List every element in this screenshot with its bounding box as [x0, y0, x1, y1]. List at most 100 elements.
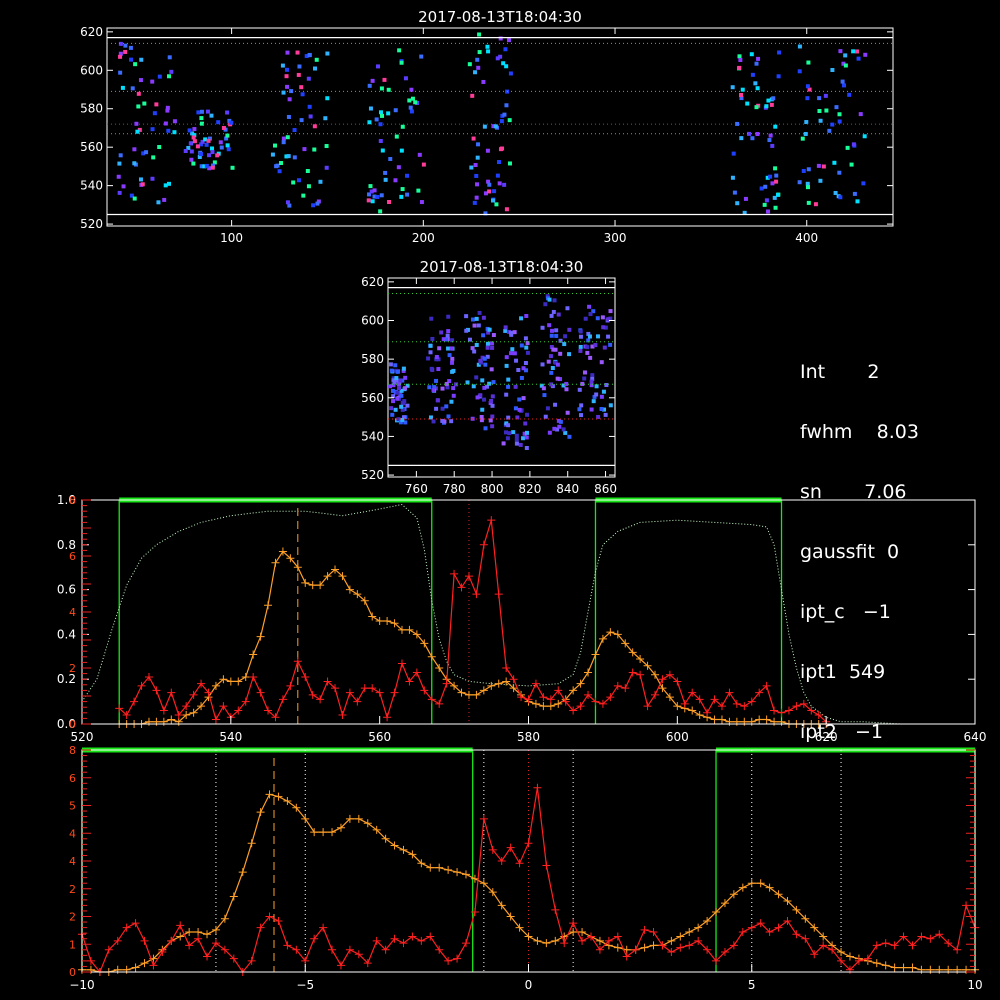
pixel-mark: [563, 430, 568, 435]
x-tick-label: 600: [666, 730, 689, 744]
data-point: [397, 659, 406, 668]
pixel-mark: [428, 343, 433, 348]
pixel-mark: [192, 127, 197, 132]
pixel-mark: [603, 412, 608, 417]
data-point: [328, 828, 337, 837]
info-ipt1: ipt1 549: [800, 661, 886, 683]
pixel-mark: [774, 173, 779, 178]
red-tick-label: 4: [69, 606, 76, 619]
data-point: [517, 693, 526, 702]
pixel-mark: [323, 116, 328, 121]
pixel-mark: [593, 343, 598, 348]
pixel-mark: [552, 426, 557, 431]
pixel-mark: [476, 323, 481, 328]
data-point: [444, 865, 453, 874]
pixel-mark: [379, 86, 384, 91]
x-tick-label: −5: [296, 978, 314, 992]
pixel-mark: [549, 313, 554, 318]
pixel-mark: [754, 61, 759, 66]
data-point: [613, 681, 622, 690]
data-point: [319, 828, 328, 837]
pixel-mark: [189, 157, 194, 162]
pixel-mark: [856, 56, 861, 61]
pixel-mark: [485, 345, 490, 350]
pixel-mark: [150, 176, 155, 181]
pixel-mark: [475, 182, 480, 187]
pixel-mark: [419, 200, 424, 205]
pixel-mark: [514, 358, 519, 363]
pixel-mark: [579, 413, 584, 418]
pixel-mark: [467, 62, 472, 67]
panel-title: 2017-08-13T18:04:30: [420, 258, 584, 276]
data-point: [756, 879, 765, 888]
pixel-mark: [594, 392, 599, 397]
pixel-mark: [482, 356, 487, 361]
x-tick-label: 200: [412, 231, 435, 245]
data-point: [628, 668, 637, 677]
pixel-mark: [805, 185, 810, 190]
y-tick-label: 620: [80, 25, 103, 39]
pixel-mark: [579, 403, 584, 408]
data-point: [591, 650, 600, 659]
pixel-mark: [440, 386, 445, 391]
red-tick-label: 6: [69, 772, 76, 785]
data-point: [86, 965, 95, 974]
pixel-mark: [824, 108, 829, 113]
data-point: [926, 965, 935, 974]
data-point: [578, 936, 587, 945]
data-point: [140, 936, 149, 945]
pixel-mark: [428, 350, 433, 355]
pixel-mark: [514, 441, 519, 446]
pixel-mark: [476, 65, 481, 70]
pixel-mark: [830, 122, 835, 127]
pixel-mark: [299, 85, 304, 90]
pixel-mark: [606, 334, 611, 339]
pixel-mark: [512, 351, 517, 356]
data-point: [732, 717, 741, 726]
pixel-mark: [403, 76, 408, 81]
pixel-mark: [383, 177, 388, 182]
pixel-mark: [525, 350, 530, 355]
pixel-mark: [446, 414, 451, 419]
data-point: [472, 690, 481, 699]
pixel-mark: [286, 114, 291, 119]
data-point: [390, 688, 399, 697]
pixel-mark: [548, 354, 553, 359]
pixel-mark: [543, 414, 548, 419]
pixel-mark: [398, 378, 403, 383]
pixel-mark: [813, 202, 818, 207]
pixel-mark: [284, 67, 289, 72]
data-point: [747, 879, 756, 888]
data-point: [457, 583, 466, 592]
data-point: [621, 684, 630, 693]
pixel-mark: [817, 108, 822, 113]
data-point: [613, 932, 622, 941]
x-tick-label: 400: [795, 231, 818, 245]
data-point: [899, 963, 908, 972]
pixel-mark: [367, 83, 372, 88]
pixel-mark: [474, 375, 479, 380]
pixel-mark: [774, 179, 779, 184]
pixel-mark: [405, 403, 410, 408]
pixel-mark: [469, 165, 474, 170]
pixel-mark: [216, 120, 221, 125]
pixel-mark: [730, 175, 735, 180]
pixel-mark: [120, 85, 125, 90]
data-point: [640, 943, 649, 952]
pixel-mark: [577, 407, 582, 412]
data-point: [226, 677, 235, 686]
pixel-mark: [524, 435, 529, 440]
pixel-mark: [378, 138, 383, 143]
pixel-mark: [189, 149, 194, 154]
pixel-mark: [590, 373, 595, 378]
pixel-mark: [306, 184, 311, 189]
pixel-mark: [490, 198, 495, 203]
pixel-mark: [325, 96, 330, 101]
pixel-mark: [439, 330, 444, 335]
data-point: [926, 934, 935, 943]
pixel-mark: [521, 396, 526, 401]
x-tick-label: 5: [748, 978, 756, 992]
data-point: [301, 578, 310, 587]
pixel-mark: [429, 366, 434, 371]
y-tick-label: 540: [361, 429, 384, 443]
